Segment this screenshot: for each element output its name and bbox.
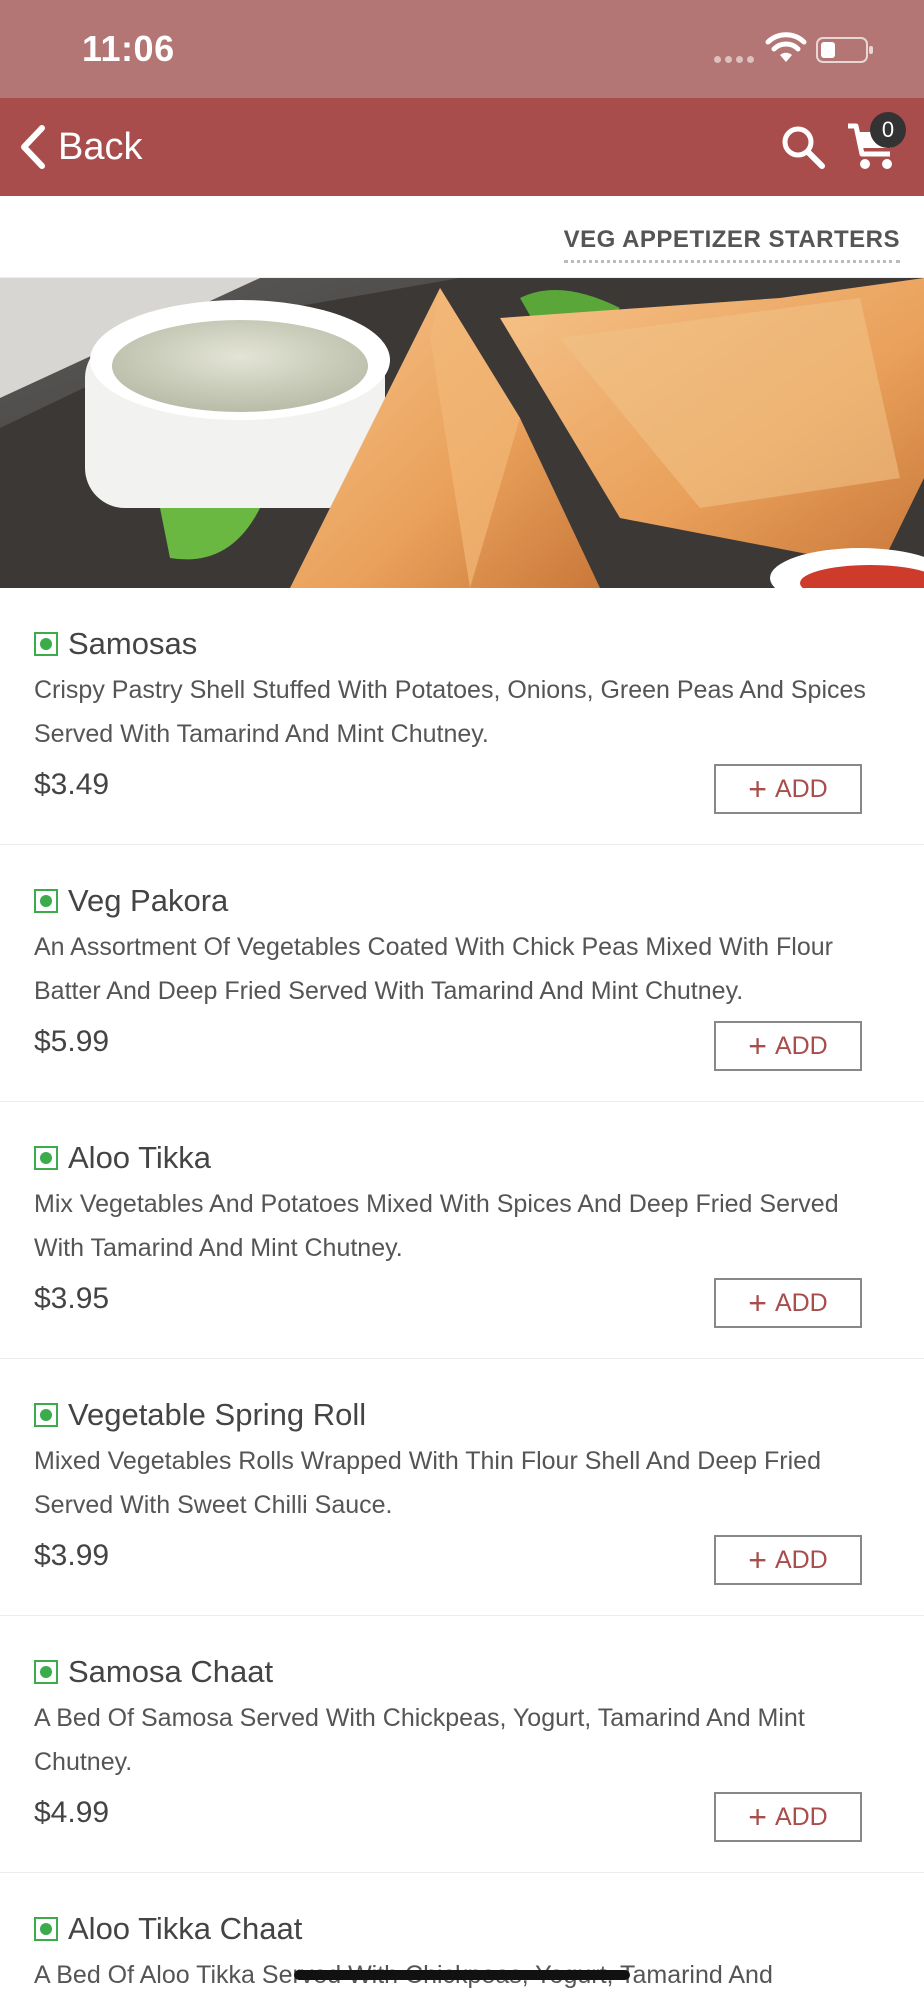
menu-item-list: Samosas Crispy Pastry Shell Stuffed With… — [0, 588, 924, 2000]
plus-icon: + — [748, 1542, 767, 1578]
item-price: $3.99 — [34, 1539, 110, 1572]
add-to-cart-button[interactable]: + ADD — [714, 764, 862, 814]
search-icon[interactable] — [778, 122, 828, 172]
menu-item[interactable]: Aloo Tikka Mix Vegetables And Potatoes M… — [0, 1102, 924, 1359]
plus-icon: + — [748, 1799, 767, 1835]
battery-icon — [816, 37, 873, 63]
wifi-icon — [765, 32, 807, 62]
add-to-cart-button[interactable]: + ADD — [714, 1792, 862, 1842]
veg-indicator-icon — [34, 1403, 58, 1427]
status-time: 11:06 — [82, 28, 175, 69]
item-name: Veg Pakora — [68, 883, 229, 918]
chevron-left-icon — [21, 125, 45, 169]
add-label: ADD — [774, 1288, 828, 1317]
menu-item[interactable]: Veg Pakora An Assortment Of Vegetables C… — [0, 845, 924, 1102]
back-button[interactable]: Back — [14, 120, 142, 174]
item-description: Crispy Pastry Shell Stuffed With Potatoe… — [34, 676, 866, 748]
status-bar: 11:06 — [0, 0, 924, 98]
veg-indicator-icon — [34, 1660, 58, 1684]
cellular-signal-icon — [714, 56, 754, 64]
veg-indicator-icon — [34, 1917, 58, 1941]
category-title[interactable]: VEG APPETIZER STARTERS — [563, 226, 900, 263]
add-label: ADD — [774, 1802, 828, 1831]
plus-icon: + — [748, 771, 767, 807]
veg-indicator-icon — [34, 632, 58, 656]
item-name: Samosas — [68, 626, 198, 661]
veg-indicator-icon — [34, 889, 58, 913]
menu-item[interactable]: Aloo Tikka Chaat A Bed Of Aloo Tikka Ser… — [0, 1873, 924, 2000]
cart-count-badge: 0 — [870, 112, 906, 148]
menu-item[interactable]: Samosas Crispy Pastry Shell Stuffed With… — [0, 588, 924, 845]
item-description: Mixed Vegetables Rolls Wrapped With Thin… — [34, 1447, 821, 1519]
plus-icon: + — [748, 1285, 767, 1321]
plus-icon: + — [748, 1028, 767, 1064]
item-name: Samosa Chaat — [68, 1654, 274, 1689]
category-header: VEG APPETIZER STARTERS — [0, 196, 924, 278]
navigation-bar: Back 0 — [0, 98, 924, 196]
veg-indicator-icon — [34, 1146, 58, 1170]
item-description: A Bed Of Samosa Served With Chickpeas, Y… — [34, 1704, 805, 1776]
back-label: Back — [58, 125, 143, 168]
item-name: Vegetable Spring Roll — [68, 1397, 367, 1432]
home-indicator[interactable] — [294, 1970, 630, 1980]
menu-item[interactable]: Vegetable Spring Roll Mixed Vegetables R… — [0, 1359, 924, 1616]
menu-item[interactable]: Samosa Chaat A Bed Of Samosa Served With… — [0, 1616, 924, 1873]
item-description: Mix Vegetables And Potatoes Mixed With S… — [34, 1190, 839, 1262]
item-description: An Assortment Of Vegetables Coated With … — [34, 933, 833, 1005]
item-price: $5.99 — [34, 1025, 110, 1058]
add-to-cart-button[interactable]: + ADD — [714, 1535, 862, 1585]
item-price: $3.95 — [34, 1282, 110, 1315]
item-name: Aloo Tikka — [68, 1140, 212, 1175]
add-label: ADD — [774, 1031, 828, 1060]
item-name: Aloo Tikka Chaat — [68, 1911, 303, 1946]
item-price: $4.99 — [34, 1796, 110, 1829]
add-label: ADD — [774, 774, 828, 803]
add-label: ADD — [774, 1545, 828, 1574]
item-price: $3.49 — [34, 768, 110, 801]
category-hero-image — [0, 278, 924, 588]
add-to-cart-button[interactable]: + ADD — [714, 1278, 862, 1328]
add-to-cart-button[interactable]: + ADD — [714, 1021, 862, 1071]
